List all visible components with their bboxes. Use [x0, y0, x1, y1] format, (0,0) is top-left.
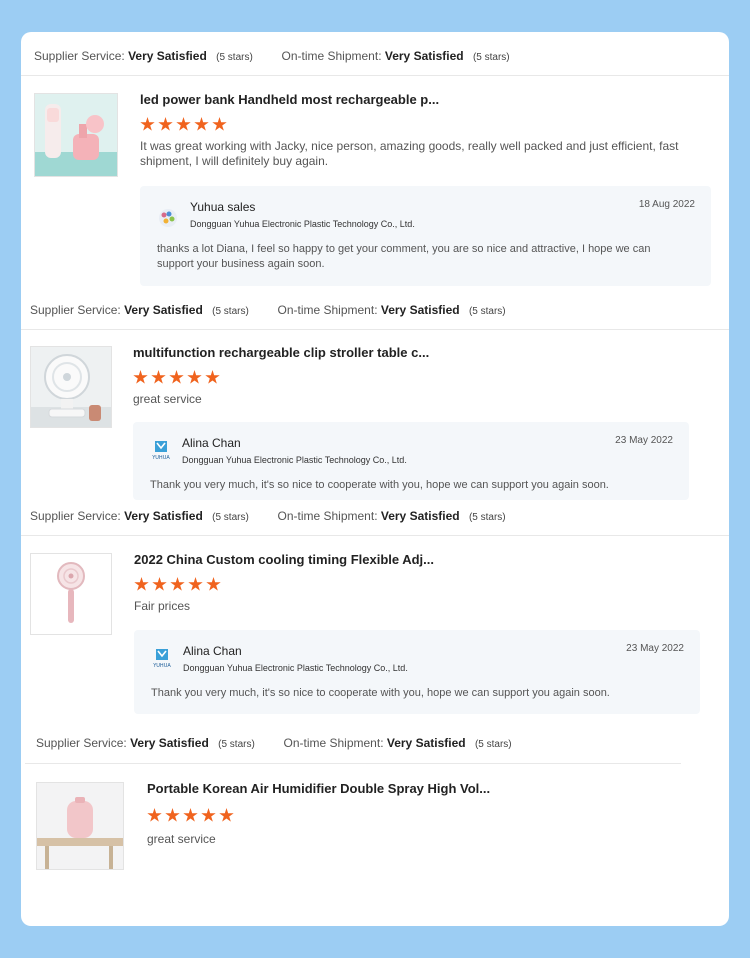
supplier-service-label: Supplier Service: [34, 49, 125, 63]
supplier-service-value: Very Satisfied [124, 303, 203, 317]
supplier-reply: YUHUA Alina Chan Dongguan Yuhua Electron… [133, 422, 689, 500]
supplier-service-stars: (5 stars) [212, 306, 249, 317]
divider [21, 75, 729, 76]
yuhua-logo-icon [159, 209, 177, 227]
review-comment: great service [133, 392, 202, 406]
reply-text: Thank you very much, it's so nice to coo… [150, 479, 609, 491]
product-title[interactable]: led power bank Handheld most rechargeabl… [140, 92, 439, 107]
star-icon [187, 370, 202, 384]
product-thumbnail[interactable] [30, 346, 112, 428]
star-icon [176, 117, 191, 131]
star-icon [201, 808, 216, 822]
star-icon [158, 117, 173, 131]
star-icon [140, 117, 155, 131]
reviews-card: Supplier Service: Very Satisfied (5 star… [21, 32, 729, 926]
star-icon [165, 808, 180, 822]
review-comment: Fair prices [134, 599, 191, 613]
handheld-fan-image [31, 554, 111, 634]
star-icon [183, 808, 198, 822]
ontime-shipment-stars: (5 stars) [468, 306, 506, 317]
divider [25, 763, 681, 764]
product-thumbnail[interactable] [34, 93, 118, 177]
star-icon [152, 577, 167, 591]
ontime-shipment-stars: (5 stars) [474, 739, 512, 750]
ontime-shipment-label: On-time Shipment: [277, 509, 378, 523]
star-icon [169, 370, 184, 384]
product-thumbnail[interactable] [36, 782, 124, 870]
rating-row-top: Supplier Service: Very Satisfied (5 star… [34, 49, 510, 63]
star-icon [219, 808, 234, 822]
star-icon [134, 577, 149, 591]
star-icon [151, 370, 166, 384]
product-thumbnail[interactable] [30, 553, 112, 635]
supplier-service-label: Supplier Service: [30, 303, 121, 317]
reply-date: 23 May 2022 [615, 435, 673, 446]
supplier-service-value: Very Satisfied [128, 49, 207, 63]
star-rating [140, 117, 227, 132]
ontime-shipment-value: Very Satisfied [386, 736, 466, 750]
review-comment: great service [147, 832, 216, 846]
ontime-shipment-value: Very Satisfied [380, 303, 460, 317]
reply-company: Dongguan Yuhua Electronic Plastic Techno… [183, 663, 408, 673]
star-rating [147, 808, 234, 823]
clip-fan-image [31, 347, 111, 427]
supplier-reply: Yuhua sales Dongguan Yuhua Electronic Pl… [140, 186, 711, 286]
ontime-shipment-label: On-time Shipment: [277, 303, 378, 317]
ontime-shipment-value: Very Satisfied [384, 49, 464, 63]
star-rating [134, 577, 221, 592]
divider [21, 535, 729, 536]
star-rating [133, 370, 220, 385]
reply-company: Dongguan Yuhua Electronic Plastic Techno… [182, 455, 407, 465]
star-icon [147, 808, 162, 822]
supplier-service-label: Supplier Service: [30, 509, 121, 523]
reply-text: thanks a lot Diana, I feel so happy to g… [157, 243, 651, 270]
star-icon [170, 577, 185, 591]
ontime-shipment-stars: (5 stars) [472, 52, 510, 63]
yuhua-logo-icon: YUHUA [152, 649, 171, 669]
star-icon [188, 577, 203, 591]
ontime-shipment-value: Very Satisfied [380, 509, 460, 523]
rating-row: Supplier Service: Very Satisfied (5 star… [30, 303, 506, 317]
reply-author: Yuhua sales [190, 200, 256, 214]
supplier-service-value: Very Satisfied [124, 509, 203, 523]
star-icon [205, 370, 220, 384]
divider [21, 329, 729, 330]
product-title[interactable]: multifunction rechargeable clip stroller… [133, 345, 429, 360]
reply-author: Alina Chan [182, 436, 241, 450]
product-title[interactable]: Portable Korean Air Humidifier Double Sp… [147, 781, 490, 796]
supplier-service-value: Very Satisfied [130, 736, 209, 750]
humidifier-image [37, 783, 123, 869]
reply-company: Dongguan Yuhua Electronic Plastic Techno… [190, 219, 415, 229]
rating-row: Supplier Service: Very Satisfied (5 star… [36, 736, 512, 750]
ontime-shipment-stars: (5 stars) [468, 512, 506, 523]
supplier-service-stars: (5 stars) [218, 739, 255, 750]
ontime-shipment-label: On-time Shipment: [283, 736, 384, 750]
supplier-service-stars: (5 stars) [216, 52, 253, 63]
product-title[interactable]: 2022 China Custom cooling timing Flexibl… [134, 552, 434, 567]
star-icon [194, 117, 209, 131]
supplier-reply: YUHUA Alina Chan Dongguan Yuhua Electron… [134, 630, 700, 714]
rating-row: Supplier Service: Very Satisfied (5 star… [30, 509, 506, 523]
reply-text: Thank you very much, it's so nice to coo… [151, 687, 610, 699]
yuhua-logo-icon: YUHUA [151, 441, 170, 461]
supplier-service-stars: (5 stars) [212, 512, 249, 523]
reply-date: 23 May 2022 [626, 643, 684, 654]
reply-date: 18 Aug 2022 [638, 199, 695, 210]
svg-text:YUHUA: YUHUA [151, 455, 170, 461]
svg-text:YUHUA: YUHUA [152, 663, 171, 669]
star-icon [206, 577, 221, 591]
ontime-shipment-label: On-time Shipment: [281, 49, 382, 63]
power-bank-fan-image [35, 94, 117, 176]
reply-author: Alina Chan [183, 644, 242, 658]
star-icon [133, 370, 148, 384]
review-comment: It was great working with Jacky, nice pe… [140, 139, 679, 168]
supplier-service-label: Supplier Service: [36, 736, 127, 750]
star-icon [212, 117, 227, 131]
